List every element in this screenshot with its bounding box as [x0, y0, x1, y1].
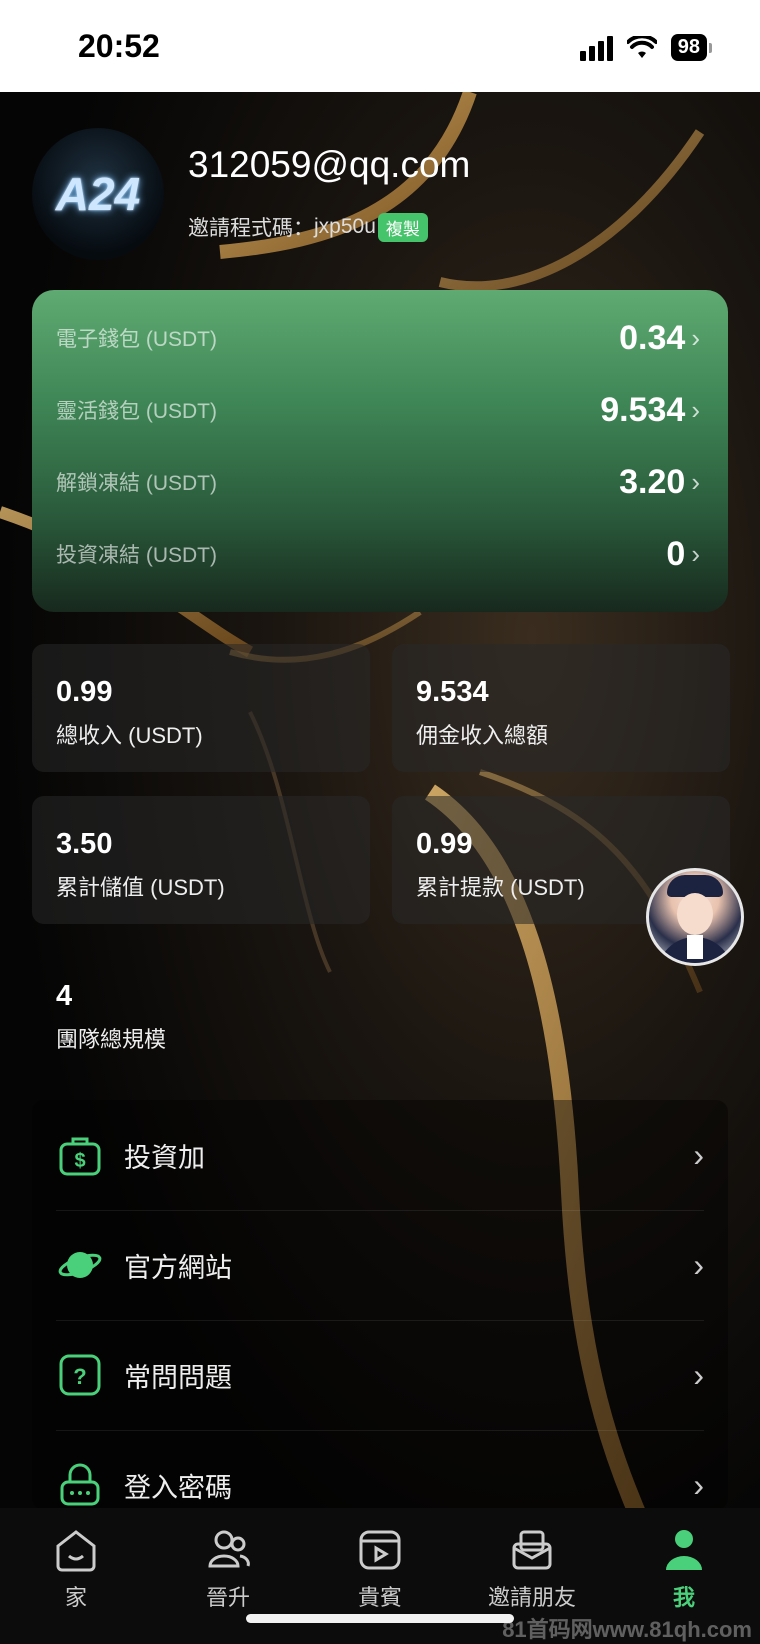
- chevron-right-icon: ›: [693, 1466, 704, 1503]
- watermark-text: 81首码网www.81qh.com: [502, 1617, 752, 1642]
- stat-value: 4: [56, 980, 73, 1012]
- wallet-value: 0: [666, 534, 686, 573]
- home-indicator[interactable]: [246, 1614, 514, 1623]
- tab-promotion[interactable]: 晉升: [158, 1526, 298, 1612]
- video-icon: [359, 1530, 401, 1570]
- wifi-icon: [626, 35, 657, 58]
- users-icon: [208, 1530, 250, 1568]
- invite-code: jxp50u: [314, 215, 376, 238]
- status-icons: 98: [579, 34, 712, 61]
- battery-indicator: 98: [670, 34, 707, 61]
- chevron-right-icon: ›: [693, 1136, 704, 1173]
- menu-item-official-website[interactable]: 官方網站 ›: [56, 1210, 704, 1321]
- wallet-label: 靈活錢包 (USDT): [56, 400, 217, 423]
- user-email: 312059@qq.com: [188, 144, 471, 185]
- menu-label: 投資加: [124, 1142, 205, 1173]
- invite-code-row: 邀請程式碼： jxp50u 複製: [188, 212, 428, 242]
- tab-vip[interactable]: 貴賓: [310, 1526, 450, 1612]
- stat-value: 0.99: [416, 828, 473, 860]
- stat-value: 9.534: [416, 676, 489, 708]
- wallet-value: 3.20: [619, 462, 686, 501]
- menu-item-faq[interactable]: ? 常問問題 ›: [56, 1320, 704, 1431]
- tab-label: 邀請朋友: [487, 1585, 576, 1610]
- settings-menu: $ 投資加 › 官方網站 › ? 常問問題 › 登入密碼 ›: [32, 1100, 728, 1510]
- stat-label: 團隊總規模: [56, 1027, 167, 1052]
- tab-invite-friends[interactable]: 邀請朋友: [462, 1526, 602, 1612]
- stat-value: 0.99: [56, 676, 113, 708]
- wallet-row-unlock-frozen[interactable]: 解鎖凍結 (USDT) 3.20 ›: [56, 462, 700, 502]
- wallet-value: 9.534: [600, 390, 686, 429]
- wallet-card: 電子錢包 (USDT) 0.34 › 靈活錢包 (USDT) 9.534 › 解鎖凍…: [32, 290, 728, 612]
- menu-item-investment-plus[interactable]: $ 投資加 ›: [56, 1100, 704, 1211]
- battery-nub: [709, 42, 712, 53]
- wallet-label: 投資凍結 (USDT): [56, 544, 217, 567]
- chevron-right-icon: ›: [691, 466, 700, 497]
- planet-icon: [56, 1241, 104, 1289]
- tab-me[interactable]: 我: [614, 1526, 754, 1612]
- person-icon: [666, 1530, 702, 1570]
- menu-label: 常問問題: [124, 1362, 232, 1393]
- stat-value: 3.50: [56, 828, 113, 860]
- stat-total-income: 0.99 總收入 (USDT): [32, 644, 370, 772]
- chevron-right-icon: ›: [691, 322, 700, 353]
- tab-label: 貴賓: [357, 1585, 402, 1610]
- profile-header: A24 312059@qq.com 邀請程式碼： jxp50u 複製: [32, 128, 732, 260]
- app-logo-avatar: A24: [32, 128, 164, 260]
- wallet-row-flexible[interactable]: 靈活錢包 (USDT) 9.534 ›: [56, 390, 700, 430]
- tab-label: 晉升: [205, 1585, 250, 1610]
- stat-label: 總收入 (USDT): [56, 723, 203, 748]
- svg-text:?: ?: [73, 1364, 86, 1389]
- tab-label: 我: [672, 1585, 695, 1610]
- tab-home[interactable]: 家: [6, 1526, 146, 1612]
- menu-label: 登入密碼: [124, 1472, 232, 1503]
- wallet-row-invest-frozen[interactable]: 投資凍結 (USDT) 0 ›: [56, 534, 700, 574]
- stat-label: 累計提款 (USDT): [416, 875, 585, 900]
- svg-text:$: $: [74, 1150, 85, 1172]
- chevron-right-icon: ›: [693, 1356, 704, 1393]
- chevron-right-icon: ›: [691, 538, 700, 569]
- stat-total-deposit: 3.50 累計儲值 (USDT): [32, 796, 370, 924]
- invite-label: 邀請程式碼：: [188, 217, 314, 240]
- chevron-right-icon: ›: [691, 394, 700, 425]
- money-bag-icon: $: [56, 1131, 104, 1179]
- status-bar: 20:52 98: [0, 0, 760, 92]
- menu-label: 官方網站: [124, 1252, 232, 1283]
- invite-icon: [512, 1530, 552, 1570]
- chevron-right-icon: ›: [693, 1246, 704, 1283]
- copy-invite-button[interactable]: 複製: [377, 212, 428, 242]
- question-icon: ?: [56, 1351, 104, 1399]
- wallet-label: 電子錢包 (USDT): [56, 328, 217, 351]
- customer-service-avatar[interactable]: [646, 868, 744, 966]
- stat-team-size: 4 團隊總規模: [32, 948, 370, 1076]
- tab-label: 家: [64, 1585, 87, 1610]
- stat-commission-total: 9.534 佣金收入總額: [392, 644, 730, 772]
- stat-label: 佣金收入總額: [416, 723, 549, 748]
- wallet-label: 解鎖凍結 (USDT): [56, 472, 217, 495]
- lock-icon: [56, 1461, 104, 1509]
- stat-label: 累計儲值 (USDT): [56, 875, 225, 900]
- wallet-row-electronic[interactable]: 電子錢包 (USDT) 0.34 ›: [56, 318, 700, 358]
- signal-icon: [579, 35, 613, 61]
- status-time: 20:52: [78, 28, 160, 64]
- home-icon: [56, 1530, 96, 1572]
- wallet-value: 0.34: [619, 318, 686, 357]
